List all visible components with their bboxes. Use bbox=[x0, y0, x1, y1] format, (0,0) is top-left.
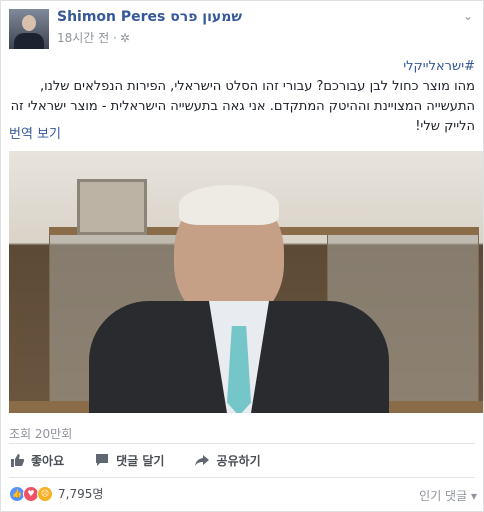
author-name[interactable]: Shimon Peres שמעון פרס bbox=[57, 9, 242, 25]
gear-icon: ✲ bbox=[119, 30, 130, 45]
divider bbox=[9, 477, 475, 478]
chevron-down-icon[interactable]: ⌄ bbox=[463, 9, 473, 23]
share-icon bbox=[195, 455, 210, 466]
sad-reaction-icon: ☹ bbox=[37, 485, 53, 502]
video-player[interactable] bbox=[9, 151, 483, 413]
timestamp[interactable]: 18시간 전 · bbox=[57, 29, 117, 46]
comment-sort-dropdown[interactable]: 인기 댓글 ▾ bbox=[419, 487, 477, 504]
action-bar: 좋아요 댓글 달기 공유하기 bbox=[9, 447, 261, 473]
share-button[interactable]: 공유하기 bbox=[194, 452, 261, 469]
post-meta: 18시간 전 · ✲ bbox=[57, 29, 130, 46]
translate-link[interactable]: 번역 보기 bbox=[9, 123, 61, 142]
post-card: Shimon Peres שמעון פרס 18시간 전 · ✲ ⌄ #ישר… bbox=[0, 0, 484, 512]
triangle-down-icon: ▾ bbox=[470, 489, 477, 503]
comment-label: 댓글 달기 bbox=[116, 453, 165, 468]
view-count: 조회 20만회 bbox=[9, 427, 73, 441]
share-label: 공유하기 bbox=[216, 453, 261, 468]
sort-label: 인기 댓글 bbox=[419, 489, 468, 503]
divider bbox=[9, 443, 475, 444]
reactions-summary[interactable]: 👍 ♥ ☹ 7,795명 bbox=[9, 485, 103, 502]
comment-icon bbox=[96, 454, 109, 466]
post-body: מהו מוצר כחול לבן עבורכם? עבורי זהו הסלט… bbox=[10, 79, 475, 134]
like-button[interactable]: 좋아요 bbox=[9, 452, 64, 469]
like-label: 좋아요 bbox=[31, 453, 65, 468]
post-text: #ישראלייקלי מהו מוצר כחול לבן עבורכם? עב… bbox=[9, 57, 475, 137]
hashtag[interactable]: #ישראלייקלי bbox=[9, 57, 475, 77]
avatar[interactable] bbox=[9, 9, 49, 49]
reaction-count: 7,795명 bbox=[58, 487, 104, 501]
comment-button[interactable]: 댓글 달기 bbox=[94, 452, 164, 469]
thumbs-up-icon bbox=[11, 454, 25, 467]
